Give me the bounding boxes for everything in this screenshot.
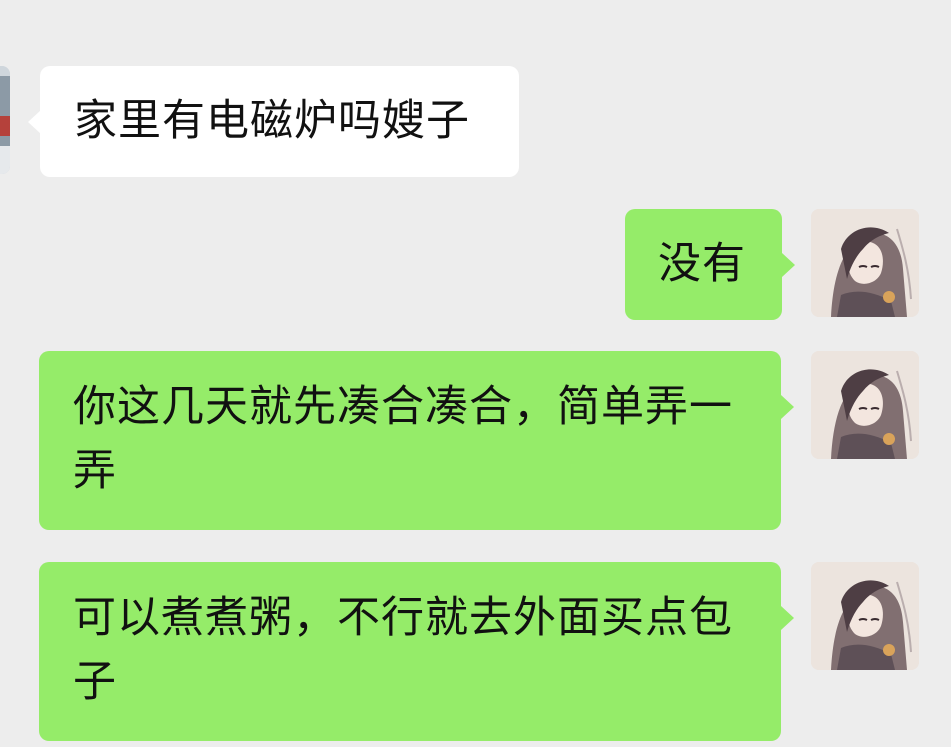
contact-avatar-image bbox=[0, 66, 10, 174]
message-text: 没有 bbox=[658, 239, 746, 289]
message-bubble-outgoing[interactable]: 没有 bbox=[625, 209, 795, 320]
self-avatar-icon[interactable] bbox=[811, 562, 919, 670]
bubble-tail bbox=[782, 253, 795, 277]
bubble-tail bbox=[781, 395, 794, 419]
message-bubble-outgoing[interactable]: 你这几天就先凑合凑合，简单弄一弄 bbox=[39, 351, 794, 530]
anime-girl-avatar-icon bbox=[811, 351, 919, 459]
bubble-tail bbox=[781, 606, 794, 630]
message-text: 可以煮煮粥，不行就去外面买点包子 bbox=[73, 593, 733, 707]
contact-avatar-icon[interactable] bbox=[0, 66, 10, 174]
self-avatar-icon[interactable] bbox=[811, 209, 919, 317]
chat-area: 家里有电磁炉吗嫂子 没有 你这几天就先凑合凑合，简单弄一弄 可以煮煮粥，不行就去… bbox=[0, 0, 951, 747]
bubble-tail bbox=[28, 110, 41, 134]
self-avatar-icon[interactable] bbox=[811, 351, 919, 459]
anime-girl-avatar-icon bbox=[811, 562, 919, 670]
message-text: 你这几天就先凑合凑合，简单弄一弄 bbox=[73, 382, 733, 496]
message-bubble-incoming[interactable]: 家里有电磁炉吗嫂子 bbox=[28, 66, 519, 177]
message-bubble-outgoing[interactable]: 可以煮煮粥，不行就去外面买点包子 bbox=[39, 562, 794, 741]
message-text: 家里有电磁炉吗嫂子 bbox=[74, 96, 470, 146]
anime-girl-avatar-icon bbox=[811, 209, 919, 317]
